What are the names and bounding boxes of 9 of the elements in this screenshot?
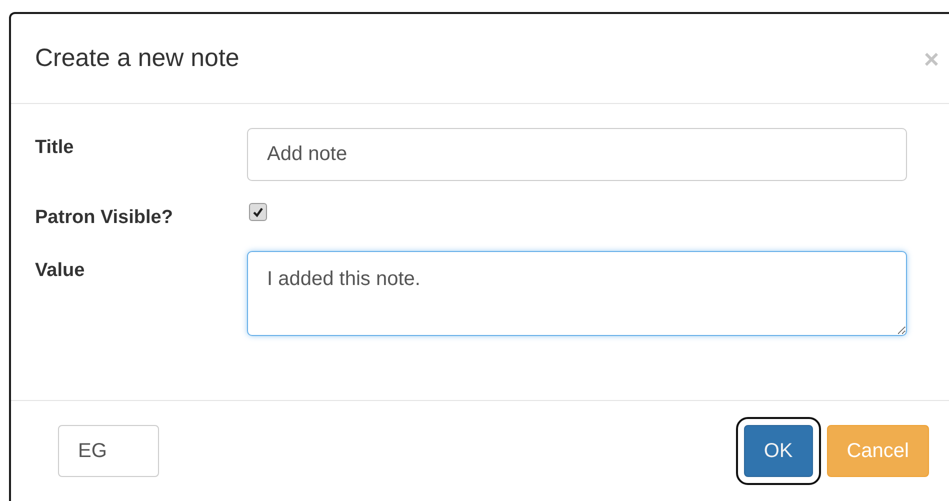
field-label: Patron Visible? <box>34 206 174 230</box>
title-field[interactable]: Add note <box>247 128 907 181</box>
field-label: Title <box>34 136 75 160</box>
value-field[interactable]: I added this note. <box>247 250 907 336</box>
checkbox[interactable] <box>249 203 267 221</box>
field-label: Value <box>34 258 86 282</box>
check-icon <box>252 206 264 218</box>
dialog-title: Create a new note <box>35 42 240 74</box>
code-field[interactable]: EG <box>58 425 159 477</box>
